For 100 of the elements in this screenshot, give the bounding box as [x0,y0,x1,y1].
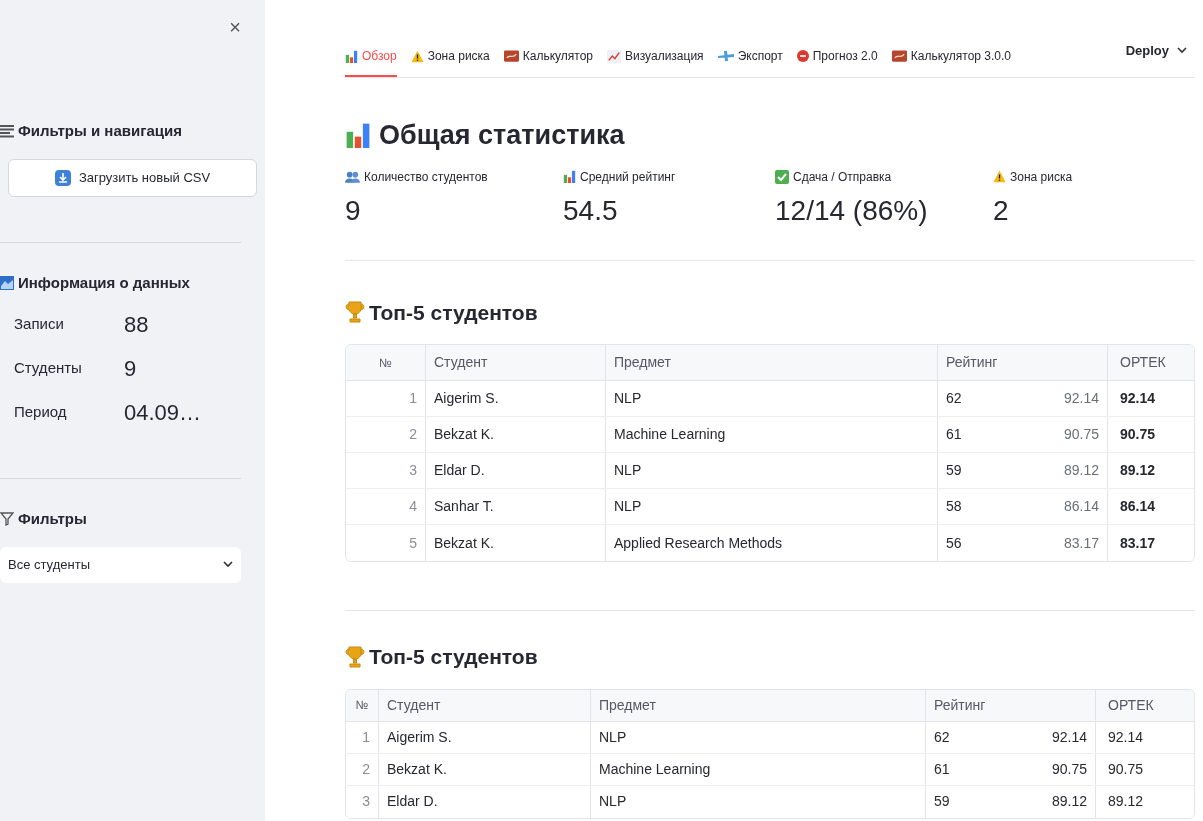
row-number: 5 [346,525,426,561]
table-cell-text: 83.17 [1120,533,1156,553]
table-cell-text: 92.14 [1108,727,1144,747]
table-cell-text: 56 [946,533,962,553]
table-cell: Eldar D. [426,453,606,488]
table-cell: NLP [606,381,938,416]
row-number: 4 [346,489,426,524]
table-cell-text: 59 [934,792,950,811]
table-cell: Aigerim S. [379,721,591,753]
table-cell: Sanhar T. [426,489,606,524]
nav-tab[interactable]: Прогноз 2.0 [796,37,878,77]
table-cell-text: 89.12 [1051,792,1087,811]
upload-button[interactable]: Загрузить новый CSV [8,158,257,197]
table-cell-text: 83.17 [1063,533,1099,553]
column-header[interactable]: Студент [379,689,591,721]
table-cell: Bekzat K. [426,525,606,561]
chevron-down-icon [223,561,233,568]
table-cell: NLP [606,453,938,488]
info-value: 04.09… [124,398,202,427]
table-cell-text: 89.12 [1108,792,1144,811]
table-cell: NLP [606,489,938,524]
section-title: Топ-5 студентов [369,299,538,326]
chart-image-icon [0,275,14,290]
table-cell-text: 61 [946,425,962,444]
table-cell: NLP [591,785,926,818]
table-cell: Bekzat K. [379,753,591,785]
info-value: 9 [124,354,137,383]
table-cell-text: 90.75 [1063,425,1099,444]
section-title: Информация о данных [18,272,190,293]
table-cell: Machine Learning [606,417,938,452]
deploy-button[interactable]: Deploy [1125,40,1187,61]
metric-value: 2 [993,193,1010,228]
nav-tab[interactable]: Визуализация [607,37,704,77]
row-number: 2 [346,417,426,452]
download-icon [54,169,71,186]
nav-tab[interactable]: Экспорт [717,37,783,77]
table-cell-text: 61 [934,759,950,779]
trophy-icon [345,301,365,324]
column-header[interactable]: № [346,689,379,721]
section-title: Фильтры [18,509,87,529]
row-number: 3 [346,785,379,818]
trophy-icon [345,645,365,668]
table-cell: Aigerim S. [426,381,606,416]
chevron-down-icon [1177,47,1187,54]
row-number: 1 [346,381,426,416]
funnel-icon [0,512,14,527]
table-cell: Machine Learning [591,753,926,785]
column-header[interactable]: № [346,345,426,380]
close-button[interactable]: × [229,12,241,42]
info-value: 88 [124,310,149,339]
warning-icon [410,49,424,63]
card-icon [891,50,907,62]
table-cell-text: 86.14 [1120,497,1156,516]
table-cell-text: 90.75 [1120,425,1156,444]
column-header[interactable]: ОРТЕК [1096,689,1194,721]
column-header[interactable]: Предмет [591,689,926,721]
bar-chart-icon [345,49,358,63]
metric-value: 54.5 [563,193,619,228]
row-number: 2 [346,753,379,785]
metric-value: 12/14 (86%) [775,193,929,228]
info-label: Записи [14,313,65,334]
table-cell-text: 92.14 [1120,389,1156,408]
table-cell-text: 86.14 [1063,497,1099,516]
section-title: Топ-5 студентов [369,644,538,670]
metric-label: Количество студентов [364,168,488,186]
metric-label: Сдача / Отправка [793,168,892,186]
metric-label: Зона риска [1010,168,1073,186]
column-header[interactable]: ОРТЕК [1108,345,1194,380]
table-cell: NLP [591,721,926,753]
table-cell-text: 90.75 [1108,759,1144,779]
table-cell-text: 89.12 [1063,461,1099,480]
minus-circle-icon [796,50,809,62]
table-cell-text: 89.12 [1120,461,1156,480]
card-icon [503,50,519,62]
nav-tab[interactable]: Калькулятор [503,37,594,77]
column-header[interactable]: Предмет [606,345,938,380]
info-label: Период [14,401,68,422]
filter-dropdown[interactable]: Все студенты [0,546,241,583]
section-title: Фильтры и навигация [18,121,182,141]
line-chart-icon [607,49,622,63]
table-cell-text: 62 [934,727,950,747]
table-cell-text: 92.14 [1051,727,1087,747]
table-cell: Eldar D. [379,785,591,818]
nav-tab[interactable]: Калькулятор 3.0.0 [891,37,1012,77]
info-label: Студенты [14,357,83,378]
people-icon [345,170,360,183]
nav-tab[interactable]: Зона риска [410,37,490,77]
table-cell: Bekzat K. [426,417,606,452]
column-header[interactable]: Студент [426,345,606,380]
metric-label: Средний рейтинг [580,168,676,186]
metric-value: 9 [345,193,362,228]
column-header[interactable]: Рейтинг [938,345,1108,380]
table-cell: Applied Research Methods [606,525,938,561]
row-number: 1 [346,721,379,753]
table-cell-text: 58 [946,497,962,516]
table-cell-text: 90.75 [1051,759,1087,779]
table-cell-text: 92.14 [1063,389,1099,408]
table-cell-text: 62 [946,389,962,408]
page-title: Общая статистика [379,119,625,152]
column-header[interactable]: Рейтинг [926,689,1096,721]
